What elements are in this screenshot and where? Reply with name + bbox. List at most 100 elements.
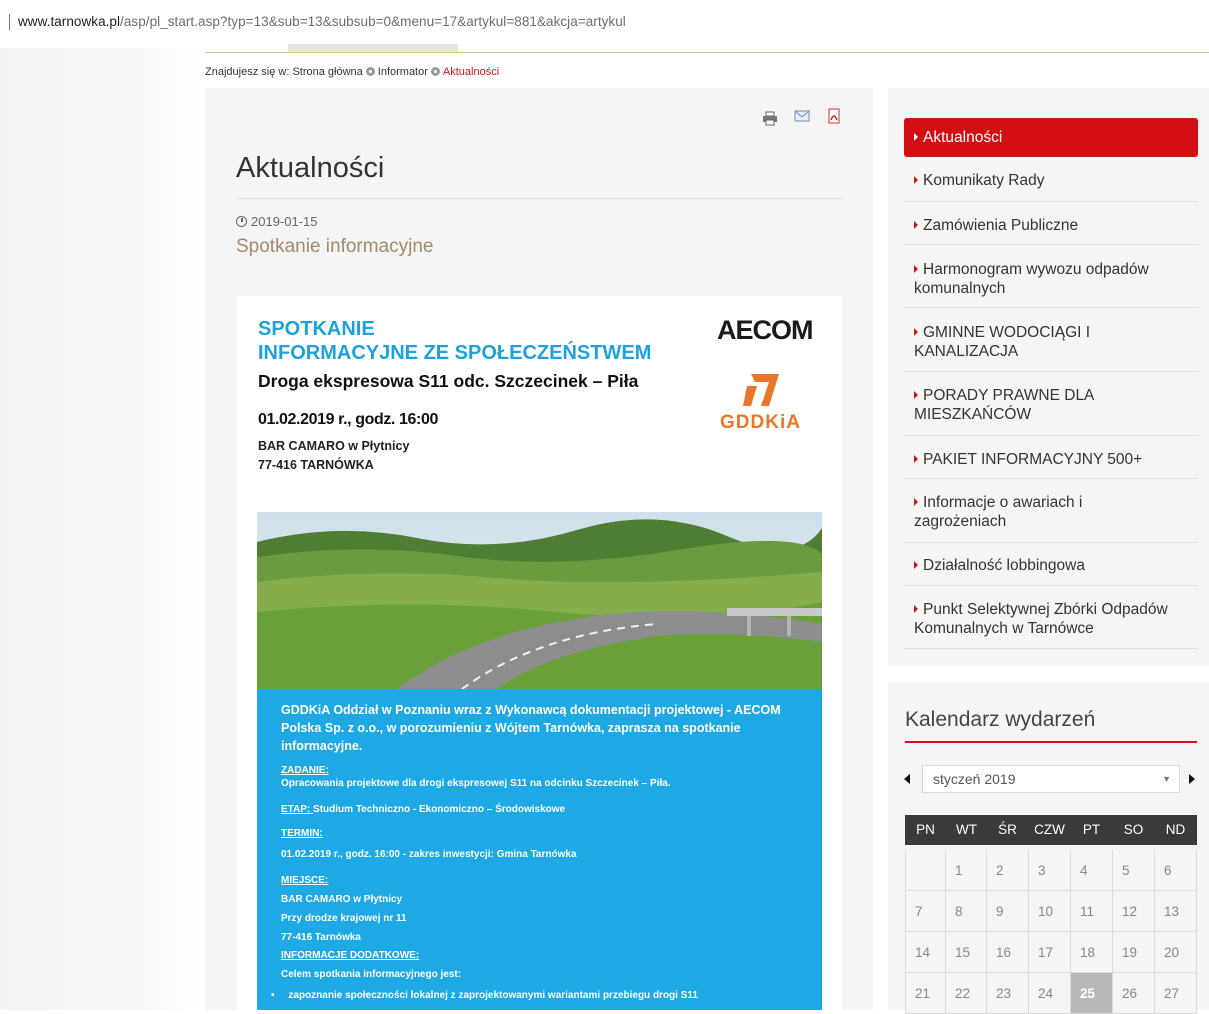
calendar-day[interactable]: 5: [1113, 850, 1155, 891]
arrow-right-icon: [914, 221, 918, 229]
calendar-day[interactable]: 25: [1071, 973, 1113, 1014]
article-date: 2019-01-15: [236, 214, 318, 229]
calendar-day[interactable]: 7: [905, 891, 946, 932]
sidebar-item-zamowienia[interactable]: Zamówienia Publiczne: [904, 202, 1198, 245]
calendar-day[interactable]: 9: [987, 891, 1029, 932]
miejsce-label: MIEJSCE:: [281, 875, 329, 886]
sidebar-item-porady[interactable]: PORADY PRAWNE DLA MIESZKAŃCÓW: [904, 372, 1134, 435]
arrow-right-icon: [914, 391, 918, 399]
calendar-day[interactable]: 14: [905, 932, 946, 973]
page-title: Aktualności: [236, 152, 385, 184]
sidebar-item-komunikaty[interactable]: Komunikaty Rady: [904, 157, 1198, 202]
calendar-day[interactable]: 1: [946, 850, 987, 891]
url-path: /asp/pl_start.asp?typ=13&sub=13&subsub=0…: [120, 14, 626, 29]
poster-image: SPOTKANIE INFORMACYJNE ZE SPOŁECZEŃSTWEM…: [237, 296, 842, 1010]
calendar-day[interactable]: 4: [1071, 850, 1113, 891]
etap-text: Studium Techniczno - Ekonomiczno – Środo…: [313, 804, 566, 815]
info-intro: Celem spotkania informacyjnego jest:: [281, 969, 462, 980]
poster-intro: GDDKiA Oddział w Poznaniu wraz z Wykonaw…: [281, 703, 781, 753]
arrow-right-icon: [914, 328, 918, 336]
sidebar-item-wodociagi[interactable]: GMINNE WODOCIĄGI I KANALIZACJA: [904, 308, 1114, 371]
termin-label: TERMIN:: [281, 828, 323, 839]
arrow-right-icon: [914, 605, 918, 613]
sidebar-item-pakiet[interactable]: PAKIET INFORMACYJNY 500+: [904, 436, 1198, 479]
sidebar-menu: Aktualności Komunikaty Rady Zamówienia P…: [904, 118, 1198, 649]
weekday-label: WT: [956, 822, 977, 837]
arrow-right-icon: [914, 265, 918, 273]
title-divider: [236, 198, 844, 199]
calendar-title: Kalendarz wydarzeń: [905, 708, 1096, 731]
breadcrumb-separator-icon: [430, 67, 440, 76]
weekday-label: ŚR: [998, 822, 1017, 837]
email-icon[interactable]: [794, 108, 810, 124]
address-bar[interactable]: www.tarnowka.pl/asp/pl_start.asp?typ=13&…: [0, 0, 1209, 38]
calendar-day[interactable]: 24: [1029, 973, 1071, 1014]
print-icon[interactable]: [762, 110, 778, 126]
calendar-weekday-header: PN WT ŚR CZW PT SO ND: [905, 815, 1197, 845]
aecom-logo: AECOM: [717, 315, 813, 345]
prev-month-icon[interactable]: [904, 774, 910, 784]
zadanie-label: ZADANIE:: [281, 765, 329, 776]
breadcrumb-current[interactable]: Aktualności: [443, 66, 499, 78]
calendar-day[interactable]: 22: [946, 973, 987, 1014]
poster-place: BAR CAMARO w Płytnicy: [258, 439, 410, 453]
url-host: www.tarnowka.pl: [18, 14, 121, 29]
sidebar-item-aktualnosci[interactable]: Aktualności: [904, 118, 1198, 157]
calendar-day[interactable]: 17: [1029, 932, 1071, 973]
url-text[interactable]: www.tarnowka.pl/asp/pl_start.asp?typ=13&…: [18, 14, 626, 29]
calendar-day[interactable]: 27: [1155, 973, 1197, 1014]
sidebar-item-pszok[interactable]: Punkt Selektywnej Zbórki Odpadów Komunal…: [904, 586, 1198, 649]
sidebar-item-label: Punkt Selektywnej Zbórki Odpadów Komunal…: [914, 601, 1168, 637]
breadcrumb-separator-icon: [365, 67, 375, 76]
top-nav-fragment: [288, 44, 458, 52]
calendar-day[interactable]: 11: [1071, 891, 1113, 932]
month-select[interactable]: styczeń 2019 ▼: [922, 765, 1180, 793]
poster-road: Droga ekspresowa S11 odc. Szczecinek – P…: [258, 371, 639, 391]
gddkia-logo: GDDKiA: [720, 412, 801, 433]
sidebar-item-label: Informacje o awariach i zagrożeniach: [914, 494, 1083, 530]
calendar-day[interactable]: 20: [1155, 932, 1197, 973]
sidebar-item-harmonogram[interactable]: Harmonogram wywozu odpadów komunalnych: [904, 245, 1198, 308]
breadcrumb-informator[interactable]: Informator: [378, 66, 428, 78]
miejsce-line1: BAR CAMARO w Płytnicy: [281, 894, 403, 905]
poster-heading-line1: SPOTKANIE: [258, 318, 375, 340]
sidebar-item-label: Aktualności: [923, 129, 1003, 146]
calendar-day[interactable]: 16: [987, 932, 1029, 973]
next-month-icon[interactable]: [1189, 774, 1195, 784]
arrow-right-icon: [914, 176, 918, 184]
header-divider: [205, 52, 1209, 53]
weekday-label: ND: [1165, 822, 1186, 837]
weekday-label: CZW: [1034, 822, 1065, 837]
zadanie-text: Opracowania projektowe dla drogi ekspres…: [281, 778, 671, 789]
calendar-day[interactable]: 8: [946, 891, 987, 932]
month-select-value: styczeń 2019: [933, 771, 1016, 787]
info-label: INFORMACJE DODATKOWE:: [281, 950, 420, 961]
sidebar-item-label: Komunikaty Rady: [923, 172, 1045, 189]
calendar-day[interactable]: 6: [1155, 850, 1197, 891]
poster-postal: 77-416 TARNÓWKA: [258, 458, 374, 472]
calendar-day[interactable]: 13: [1155, 891, 1197, 932]
article-title: Spotkanie informacyjne: [236, 236, 434, 257]
sidebar-item-lobbing[interactable]: Działalność lobbingowa: [904, 543, 1198, 586]
miejsce-line3: 77-416 Tarnówka: [281, 932, 361, 943]
calendar-day[interactable]: 19: [1113, 932, 1155, 973]
sidebar-item-label: Harmonogram wywozu odpadów komunalnych: [914, 261, 1149, 297]
arrow-right-icon: [914, 561, 918, 569]
sidebar-item-label: PAKIET INFORMACYJNY 500+: [923, 451, 1143, 468]
breadcrumb-home[interactable]: Strona główna: [292, 66, 362, 78]
weekday-label: SO: [1123, 822, 1144, 837]
arrow-right-icon: [914, 498, 918, 506]
calendar-day[interactable]: 26: [1113, 973, 1155, 1014]
calendar-day[interactable]: 15: [946, 932, 987, 973]
calendar-day[interactable]: 10: [1029, 891, 1071, 932]
calendar-day[interactable]: 3: [1029, 850, 1071, 891]
pdf-icon[interactable]: [826, 108, 842, 124]
calendar-day[interactable]: 23: [987, 973, 1029, 1014]
calendar-day[interactable]: 18: [1071, 932, 1113, 973]
poster-datetime: 01.02.2019 r., godz. 16:00: [258, 411, 438, 428]
calendar-day[interactable]: 2: [987, 850, 1029, 891]
sidebar-item-awarie[interactable]: Informacje o awariach i zagrożeniach: [904, 479, 1124, 542]
calendar-day[interactable]: 21: [905, 973, 946, 1014]
calendar-day[interactable]: 12: [1113, 891, 1155, 932]
arrow-right-icon: [914, 133, 918, 141]
